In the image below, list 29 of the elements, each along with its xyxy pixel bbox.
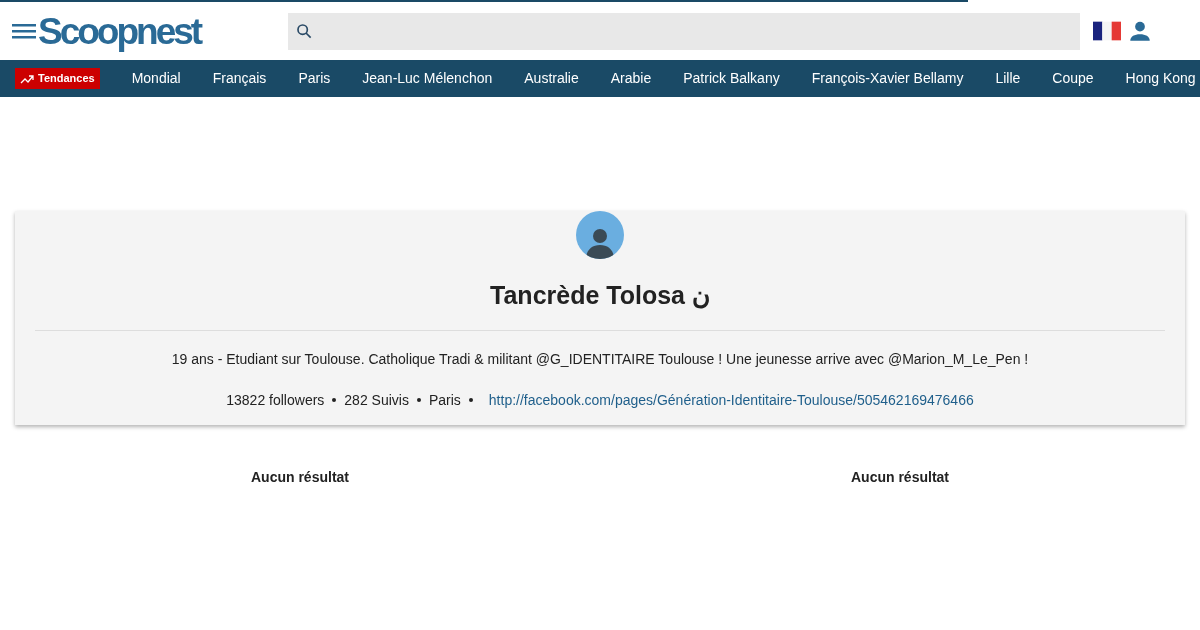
profile-bio: 19 ans - Etudiant sur Toulouse. Catholique Tradi & militant @G_IDENTITAIRE Toulouse ! Une jeunesse arrive avec @Marion_M_Le_Pen ! bbox=[171, 349, 1029, 369]
bullet-icon bbox=[332, 398, 337, 402]
profile-name: Tancrède Tolosa ن bbox=[490, 280, 710, 311]
trending-topic[interactable]: Patrick Balkany bbox=[667, 68, 796, 89]
no-results-text: Aucun résultat bbox=[851, 468, 949, 487]
no-results-text: Aucun résultat bbox=[251, 468, 349, 487]
trending-topic[interactable]: Français bbox=[196, 68, 283, 89]
profile-stat: 13822 followers bbox=[226, 390, 325, 410]
trending-topic[interactable]: Mondial bbox=[115, 68, 197, 89]
trending-topic[interactable]: Jean-Luc Mélenchon bbox=[346, 68, 509, 89]
french-flag-icon[interactable] bbox=[1093, 21, 1121, 41]
trending-topic[interactable]: Coupe bbox=[1036, 68, 1110, 89]
search-field[interactable] bbox=[288, 12, 1080, 50]
bullet-icon bbox=[468, 398, 473, 402]
logo[interactable]: Scoopnest bbox=[38, 12, 288, 50]
trending-topic[interactable]: François-Xavier Bellamy bbox=[795, 68, 980, 89]
trending-topic[interactable]: Arabie bbox=[594, 68, 668, 89]
profile-stat: 282 Suivis bbox=[344, 390, 409, 410]
profile-link[interactable]: http://facebook.com/pages/Génération-Identitaire-Toulouse/505462169476466 bbox=[488, 389, 974, 411]
profile-stat: Paris bbox=[428, 390, 461, 410]
menu-icon[interactable] bbox=[12, 22, 36, 40]
trending-link[interactable]: Tendances bbox=[15, 68, 100, 89]
trending-topic[interactable]: Australie bbox=[508, 68, 595, 89]
trending-topic[interactable]: Paris bbox=[282, 68, 347, 89]
bullet-icon bbox=[416, 398, 421, 402]
trending-topic[interactable]: Lille bbox=[979, 68, 1037, 89]
trending-topic[interactable]: Hong Kong bbox=[1109, 68, 1200, 89]
trend-up-icon bbox=[20, 73, 34, 84]
search-icon bbox=[296, 23, 312, 39]
